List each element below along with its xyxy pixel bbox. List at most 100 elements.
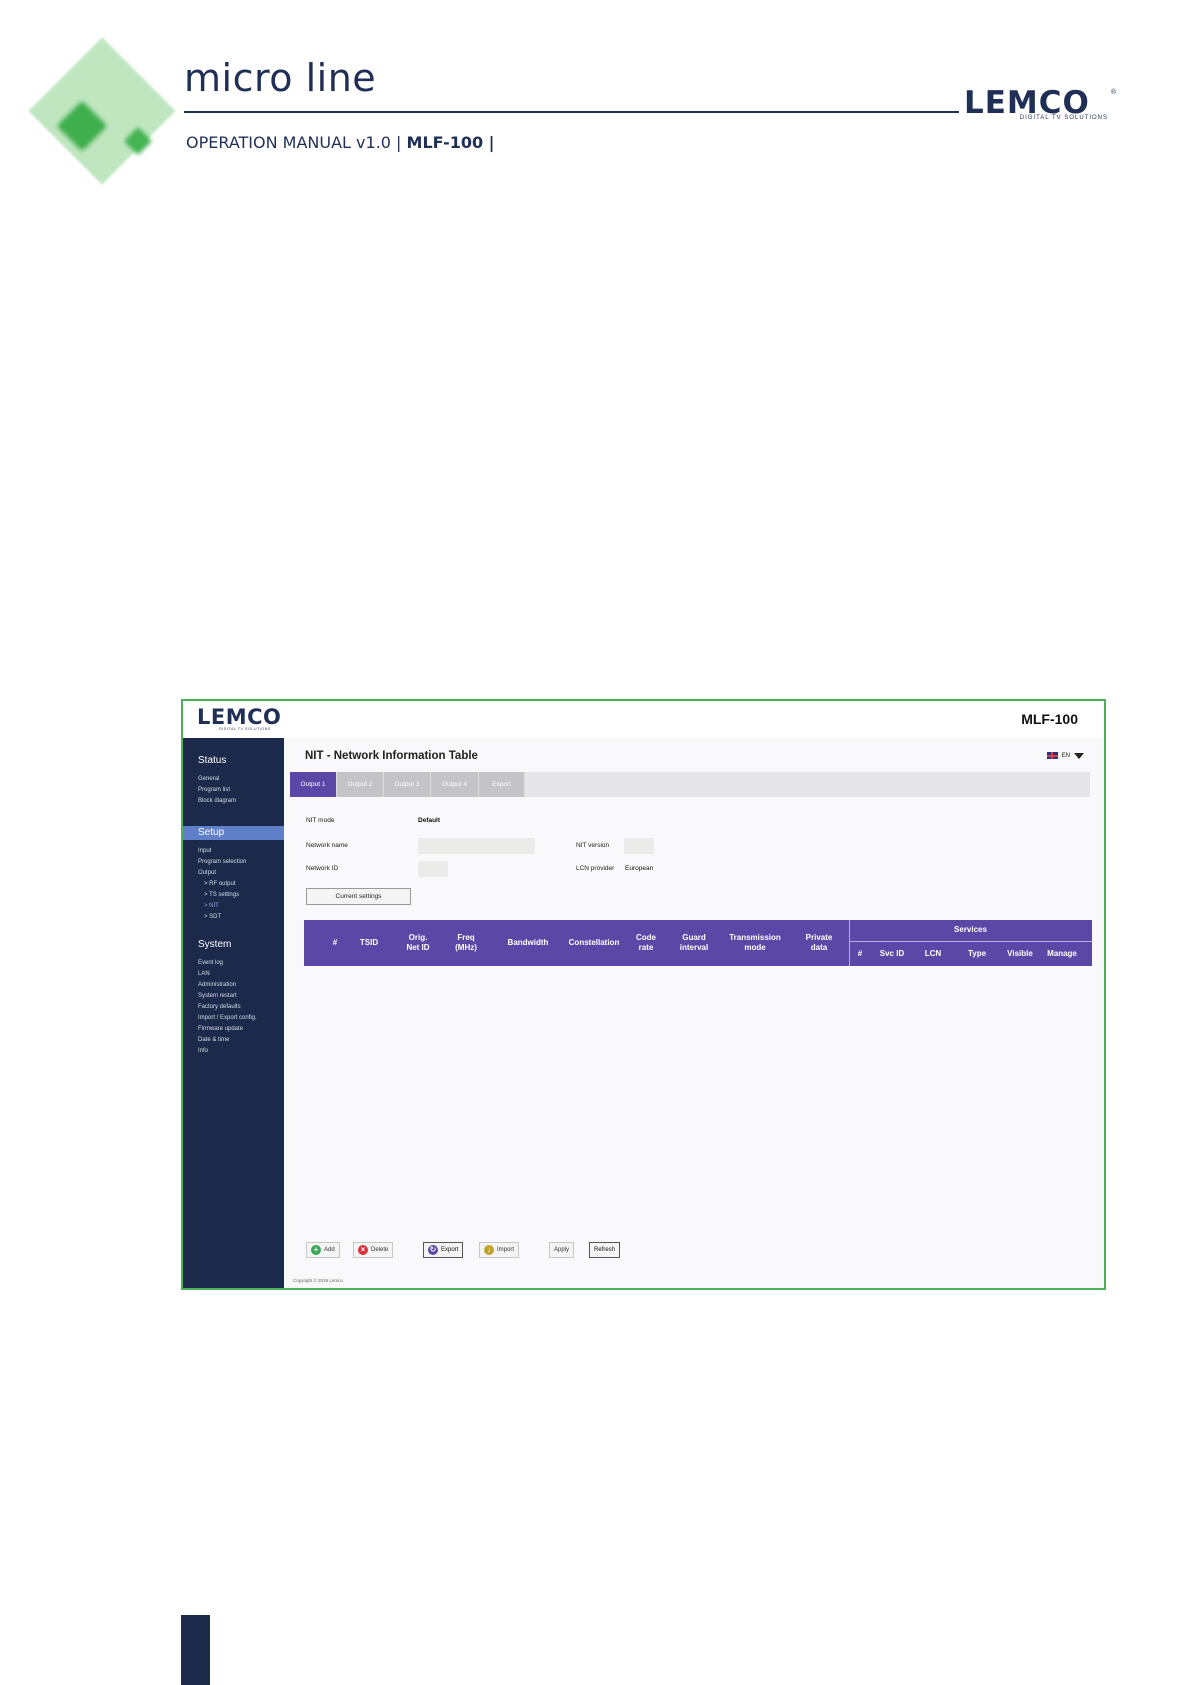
output-tabs: Output 1 Output 2 Output 3 Output 4 Expo… [290, 772, 1090, 797]
sidebar-heading-status[interactable]: Status [183, 754, 284, 768]
col-header-transmission-mode: Transmission mode [724, 933, 786, 953]
tab-export[interactable]: Export [479, 772, 525, 797]
col-header-index-label: # [332, 938, 338, 947]
sidebar-item-program-list[interactable]: Program list [183, 785, 284, 796]
col-header-orig-label: Orig. [408, 933, 428, 942]
col-header-lcn: LCN [924, 949, 942, 958]
add-button[interactable]: + Add [306, 1242, 340, 1258]
sidebar-item-administration[interactable]: Administration [183, 980, 284, 991]
col-header-transmission-label: Transmission [729, 933, 781, 942]
import-button-label: Import [497, 1247, 515, 1253]
network-id-label: Network ID [306, 865, 339, 872]
nit-mode-value[interactable]: Default [418, 817, 440, 824]
nit-version-label: NIT version [576, 842, 610, 849]
current-settings-button[interactable]: Current settings [306, 888, 411, 905]
manual-subtitle-model: MLF-100 | [406, 133, 495, 152]
col-header-constellation-label: Constellation [568, 938, 620, 947]
uk-flag-icon [1046, 752, 1058, 759]
caret-down-icon [1074, 752, 1084, 759]
col-header-bandwidth: Bandwidth [504, 938, 552, 948]
language-selector[interactable]: EN [1046, 752, 1084, 759]
sidebar-item-firmware-update[interactable]: Firmware update [183, 1024, 284, 1035]
language-label: EN [1061, 752, 1070, 759]
sidebar-item-lan[interactable]: LAN [183, 969, 284, 980]
sidebar-item-event-log[interactable]: Event log [183, 958, 284, 969]
copyright-notice: Copyright © 2019 Lemco [293, 1278, 343, 1283]
device-model: MLF-100 [1021, 711, 1078, 727]
network-id-input[interactable] [418, 861, 448, 877]
nit-mode-label: NIT mode [306, 817, 335, 824]
plus-icon: + [311, 1245, 321, 1255]
col-header-rate-label: rate [638, 943, 654, 952]
col-header-visible: Visible [1007, 949, 1033, 958]
network-name-input[interactable] [418, 838, 535, 854]
tab-output-1[interactable]: Output 1 [290, 772, 337, 797]
sidebar-item-general[interactable]: General [183, 774, 284, 785]
sidebar-section-system: System Event log LAN Administration Syst… [183, 938, 284, 1057]
delete-x-icon: × [358, 1245, 368, 1255]
tab-output-3[interactable]: Output 3 [384, 772, 431, 797]
col-header-orig-net-id: Orig. Net ID [400, 933, 436, 953]
manual-subtitle-prefix: OPERATION MANUAL v1.0 | [186, 133, 407, 152]
sidebar-heading-setup[interactable]: Setup [183, 826, 284, 840]
page-footer-bar [181, 1615, 210, 1685]
col-header-svc-index: # [857, 949, 863, 958]
sidebar-item-output[interactable]: Output [183, 868, 284, 879]
sidebar-item-system-restart[interactable]: System restart [183, 991, 284, 1002]
sidebar-item-program-selection[interactable]: Program selection [183, 857, 284, 868]
refresh-button-label: Refresh [594, 1247, 616, 1253]
tab-output-2[interactable]: Output 2 [337, 772, 384, 797]
export-icon: ↻ [428, 1245, 438, 1255]
brand-tagline: DIGITAL TV SOLUTIONS [1019, 115, 1108, 121]
sidebar-heading-system[interactable]: System [183, 938, 284, 952]
services-divider-horizontal [849, 941, 1092, 942]
page-title: NIT - Network Information Table [305, 750, 478, 762]
lcn-provider-value[interactable]: European [625, 865, 653, 872]
services-header: Services [954, 925, 987, 934]
col-header-tsid: TSID [356, 938, 382, 948]
col-header-guard-interval: Guard interval [676, 933, 712, 953]
sidebar-item-info[interactable]: Info [183, 1046, 284, 1057]
delete-button[interactable]: × Delete [353, 1242, 394, 1258]
sidebar: Status General Program list Block diagra… [183, 738, 284, 1288]
brand-logo: LEMCO ® DIGITAL TV SOLUTIONS [964, 85, 1116, 123]
brand-wordmark: LEMCO [964, 85, 1090, 121]
header-rule [184, 111, 959, 113]
col-header-svc-id: Svc ID [879, 949, 905, 958]
sidebar-item-rf-output[interactable]: > RF output [183, 879, 284, 890]
sidebar-item-import-export-config[interactable]: Import / Export config. [183, 1013, 284, 1024]
col-header-constellation: Constellation [564, 938, 624, 948]
export-button[interactable]: ↻ Export [423, 1242, 464, 1258]
col-header-private-data: Private data [802, 933, 836, 953]
sidebar-section-setup: Setup Input Program selection Output > R… [183, 826, 284, 923]
nit-version-input[interactable] [624, 838, 654, 854]
network-name-label: Network name [306, 842, 348, 849]
sidebar-item-nit[interactable]: > NIT [183, 901, 284, 912]
sidebar-item-factory-defaults[interactable]: Factory defaults [183, 1002, 284, 1013]
lcn-provider-label: LCN provider [576, 865, 615, 872]
col-header-code-label: Code [636, 933, 656, 942]
sidebar-section-status: Status General Program list Block diagra… [183, 754, 284, 807]
manual-title: micro line [184, 56, 377, 100]
manual-subtitle: OPERATION MANUAL v1.0 | MLF-100 | [186, 133, 495, 152]
import-button[interactable]: ↓ Import [479, 1242, 520, 1258]
refresh-button[interactable]: Refresh [589, 1242, 621, 1258]
app-logo-tagline: DIGITAL TV SOLUTIONS [219, 727, 271, 731]
apply-button-label: Apply [554, 1247, 570, 1253]
sidebar-item-ts-settings[interactable]: > TS settings [183, 890, 284, 901]
app-logo[interactable]: LEMCO DIGITAL TV SOLUTIONS [197, 705, 281, 731]
col-header-manage: Manage [1047, 949, 1077, 958]
apply-button[interactable]: Apply [549, 1242, 575, 1258]
delete-button-label: Delete [371, 1247, 389, 1253]
sidebar-item-sdt[interactable]: > SDT [183, 912, 284, 923]
col-header-mode-label: mode [744, 943, 766, 952]
nit-table-header: # TSID Orig. Net ID Freq (MHz) Bandwidth C… [304, 920, 1092, 966]
decorative-diamond-large [28, 37, 176, 185]
sidebar-item-block-diagram[interactable]: Block diagram [183, 796, 284, 807]
sidebar-item-date-time[interactable]: Date & time [183, 1035, 284, 1046]
sidebar-item-input[interactable]: Input [183, 846, 284, 857]
tab-output-4[interactable]: Output 4 [431, 772, 479, 797]
registered-mark: ® [1110, 89, 1116, 96]
col-header-index: # [330, 938, 340, 948]
col-header-tsid-label: TSID [359, 938, 379, 947]
